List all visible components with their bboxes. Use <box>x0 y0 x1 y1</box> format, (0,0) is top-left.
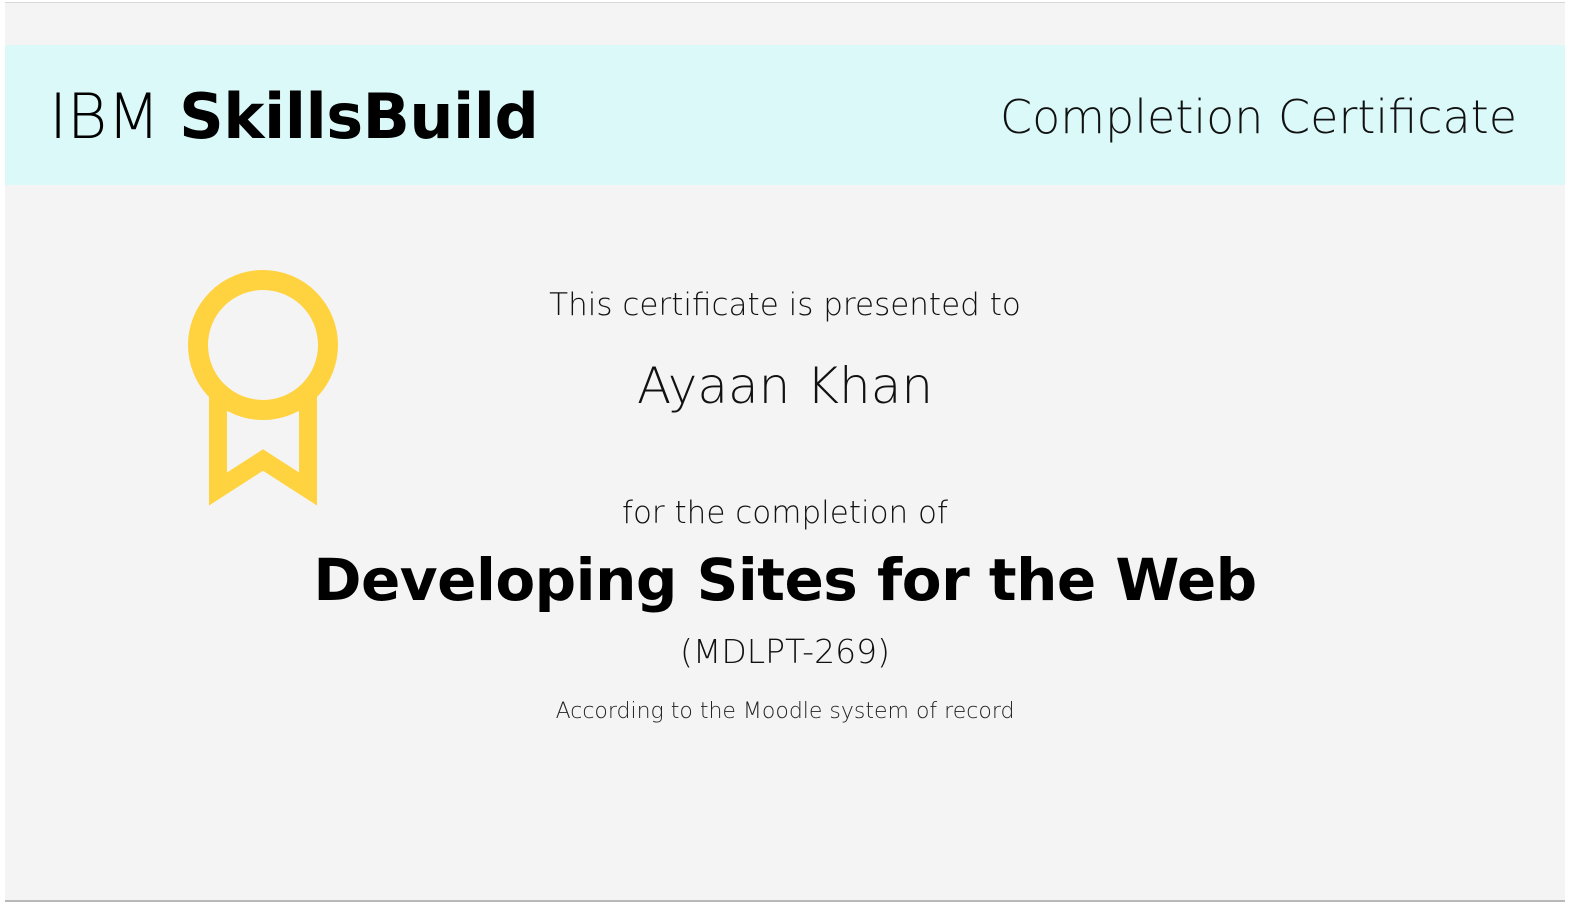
recipient-name: Ayaan Khan <box>636 357 934 415</box>
completion-text: for the completion of <box>622 495 948 531</box>
course-code: (MDLPT-269) <box>680 632 890 671</box>
certificate-page: IBM SkillsBuild Completion Certificate T… <box>5 2 1565 902</box>
certificate-type-title: Completion Certificate <box>999 90 1517 144</box>
presented-to-text: This certificate is presented to <box>549 287 1021 323</box>
certificate-header: IBM SkillsBuild Completion Certificate <box>5 45 1565 185</box>
record-note: According to the Moodle system of record <box>555 699 1015 724</box>
brand-name: SkillsBuild <box>179 80 539 153</box>
course-title: Developing Sites for the Web <box>313 546 1257 614</box>
brand-prefix: IBM <box>49 80 160 153</box>
brand-logo: IBM SkillsBuild <box>49 79 539 155</box>
